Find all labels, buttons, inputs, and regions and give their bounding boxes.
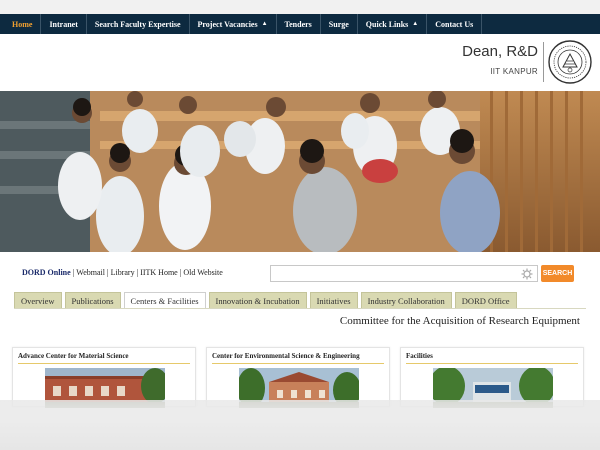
dropdown-arrow-icon: ▲ bbox=[261, 21, 268, 27]
iitk-logo[interactable] bbox=[548, 40, 592, 84]
section-tabs: Overview Publications Centers & Faciliti… bbox=[14, 292, 517, 308]
quick-links-bar: DORD Online | Webmail | Library | IITK Home | Ol… bbox=[22, 268, 223, 277]
card-title: Center for Environmental Science & Engin… bbox=[212, 352, 360, 360]
nav-item-contact-us[interactable]: Contact Us bbox=[427, 14, 483, 34]
search-box bbox=[270, 265, 538, 284]
nav-label: Home bbox=[12, 19, 33, 29]
main-nav: Home Intranet Search Faculty Expertise P… bbox=[0, 14, 600, 34]
card-rule bbox=[212, 363, 384, 364]
tab-publications[interactable]: Publications bbox=[64, 292, 121, 308]
card-material-science[interactable]: Advance Center for Material Science bbox=[12, 347, 196, 408]
section-heading: Committee for the Acquisition of Researc… bbox=[339, 315, 580, 327]
gear-icon[interactable] bbox=[521, 268, 533, 280]
separator: | bbox=[106, 268, 109, 277]
tab-initiatives[interactable]: Initiatives bbox=[309, 292, 358, 308]
nav-label: Tenders bbox=[284, 19, 312, 29]
card-title: Facilities bbox=[406, 352, 433, 360]
card-rule bbox=[406, 363, 578, 364]
hero-photo bbox=[0, 91, 600, 252]
header-divider bbox=[543, 42, 544, 82]
nav-item-tenders[interactable]: Tenders bbox=[277, 14, 321, 34]
tab-centers-facilities[interactable]: Centers & Facilities bbox=[123, 292, 206, 308]
card-rule bbox=[18, 363, 190, 364]
link-old-website[interactable]: Old Website bbox=[183, 268, 222, 277]
nav-label: Quick Links bbox=[365, 19, 409, 29]
site-header: Dean, R&D IIT KANPUR bbox=[0, 34, 600, 91]
tab-innovation-incubation[interactable]: Innovation & Incubation bbox=[208, 292, 307, 308]
nav-label: Contact Us bbox=[435, 19, 474, 29]
separator: | bbox=[136, 268, 139, 277]
students-photo bbox=[0, 91, 600, 252]
top-strip bbox=[0, 0, 600, 14]
link-library[interactable]: Library bbox=[111, 268, 135, 277]
nav-item-surge[interactable]: Surge bbox=[321, 14, 358, 34]
bottom-fade-overlay bbox=[0, 400, 600, 450]
nav-label: Search Faculty Expertise bbox=[94, 19, 181, 29]
nav-label: Project Vacancies bbox=[197, 19, 258, 29]
card-environmental-science[interactable]: Center for Environmental Science & Engin… bbox=[206, 347, 390, 408]
tabs-underline bbox=[14, 308, 586, 309]
nav-item-project-vacancies[interactable]: Project Vacancies ▲ bbox=[190, 14, 277, 34]
tab-industry-collaboration[interactable]: Industry Collaboration bbox=[360, 292, 452, 308]
tab-overview[interactable]: Overview bbox=[14, 292, 62, 308]
card-facilities[interactable]: Facilities bbox=[400, 347, 584, 408]
tab-dord-office[interactable]: DORD Office bbox=[454, 292, 517, 308]
dropdown-arrow-icon: ▲ bbox=[412, 21, 419, 27]
separator: | bbox=[72, 268, 75, 277]
search-input[interactable] bbox=[271, 269, 511, 284]
separator: | bbox=[179, 268, 182, 277]
link-dord-online[interactable]: DORD Online bbox=[22, 268, 71, 277]
link-iitk-home[interactable]: IITK Home bbox=[140, 268, 178, 277]
link-webmail[interactable]: Webmail bbox=[76, 268, 105, 277]
site-subtitle: IIT KANPUR bbox=[490, 67, 538, 76]
nav-item-intranet[interactable]: Intranet bbox=[41, 14, 87, 34]
nav-label: Intranet bbox=[49, 19, 78, 29]
nav-item-quick-links[interactable]: Quick Links ▲ bbox=[358, 14, 428, 34]
site-title: Dean, R&D bbox=[462, 43, 538, 60]
nav-item-search-faculty-expertise[interactable]: Search Faculty Expertise bbox=[87, 14, 190, 34]
nav-item-home[interactable]: Home bbox=[4, 14, 42, 34]
search-button[interactable]: SEARCH bbox=[541, 265, 574, 282]
card-title: Advance Center for Material Science bbox=[18, 352, 129, 360]
nav-label: Surge bbox=[328, 19, 349, 29]
center-cards: Advance Center for Material Science Cent… bbox=[12, 347, 588, 408]
